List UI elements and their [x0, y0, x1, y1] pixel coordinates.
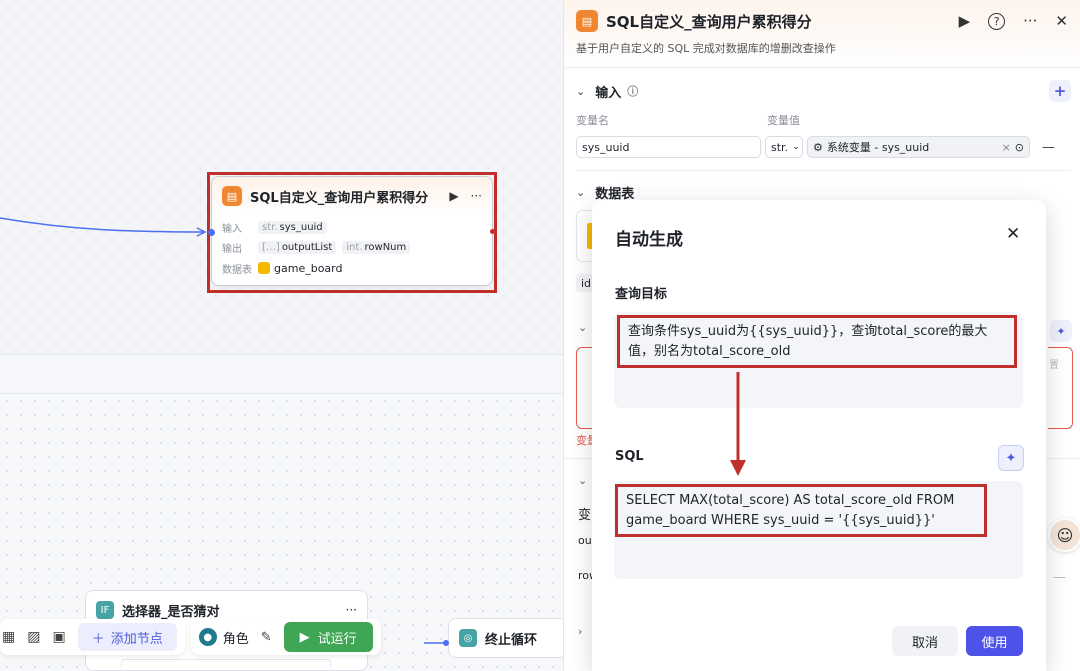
role-button[interactable]: ● 角色 [198, 628, 249, 647]
add-node-button[interactable]: ＋添加节点 [77, 623, 177, 651]
more-icon[interactable]: ··· [346, 603, 357, 617]
col-var-name: 变量名 [576, 114, 609, 127]
run-icon[interactable]: ▶ [959, 12, 971, 30]
clear-icon[interactable]: × [1002, 141, 1011, 154]
help-icon[interactable]: ? [988, 12, 1006, 30]
close-icon[interactable]: ✕ [1055, 12, 1068, 30]
placeholder-fragment: 置 [1049, 360, 1059, 371]
table-icon [258, 262, 270, 274]
chevron-down-icon[interactable]: ⌄ [578, 321, 587, 334]
grid-icon[interactable]: ▦ [2, 629, 15, 645]
ai-generate-icon[interactable]: ✦ [998, 445, 1024, 471]
node-table-row: 数据表 game_board [212, 257, 492, 279]
close-icon[interactable]: ✕ [1006, 224, 1020, 244]
flow-arrow [730, 372, 746, 476]
plus-icon: ＋ [91, 631, 105, 647]
sql-node-header: ▤ SQL自定义_查询用户累积得分 ▶ ··· [212, 177, 492, 215]
target-icon[interactable]: ⊙ [1015, 141, 1024, 154]
panel-description: 基于用户自定义的 SQL 完成对数据库的增删改查操作 [576, 42, 836, 55]
sql-label: SQL [615, 449, 644, 464]
connection-edge [0, 217, 207, 237]
var-value-field[interactable]: ⚙ 系统变量 - sys_uuid × ⊙ [807, 136, 1030, 158]
minimap-icon[interactable]: ▣ [52, 629, 65, 645]
output-item-outputlist: ou [578, 534, 592, 547]
chevron-right-icon[interactable]: › [578, 625, 582, 638]
wrench-icon[interactable]: ✎ [261, 630, 272, 645]
node-input-tag: str. sys_uuid [258, 220, 327, 234]
test-run-button[interactable]: ▶ 试运行 [283, 622, 373, 652]
canvas-divider-band [0, 354, 565, 394]
cancel-button[interactable]: 取消 [892, 626, 958, 656]
use-button[interactable]: 使用 [966, 626, 1023, 656]
sql-node-card[interactable]: ▤ SQL自定义_查询用户累积得分 ▶ ··· 输入 str. sys_uuid … [211, 176, 493, 286]
sql-node-title: SQL自定义_查询用户累积得分 [250, 190, 429, 206]
chevron-down-icon[interactable]: ⌄ [578, 474, 587, 487]
gear-icon: ⚙ [813, 140, 823, 154]
end-edge [424, 640, 449, 646]
table-section: ⌄ 数据表 [576, 170, 1071, 202]
node-table-value: game_board [274, 261, 343, 275]
node-table-label: 数据表 [222, 264, 252, 276]
database-icon: ▤ [576, 10, 598, 32]
node-output-tag-rownum: int. rowNum [342, 240, 411, 254]
assistant-avatar[interactable]: ☺ [1048, 518, 1080, 552]
node-output-row: 输出 […] outputList int. rowNum [212, 237, 492, 257]
end-loop-node[interactable]: ◎ 终止循环 [448, 618, 568, 658]
query-target-label: 查询目标 [615, 287, 668, 302]
node-output-label: 输出 [222, 243, 242, 255]
node-input-row: 输入 str. sys_uuid [212, 217, 492, 237]
output-col-header: 变 [578, 508, 592, 523]
toolbar-group-run: ● 角色 ✎ ▶ 试运行 [190, 619, 381, 655]
node-input-label: 输入 [222, 223, 242, 235]
modal-title: 自动生成 [615, 230, 683, 250]
play-icon: ▶ [299, 629, 310, 645]
var-type-select[interactable]: str. ⌄ [765, 136, 803, 158]
info-icon[interactable]: ⓘ [627, 83, 638, 99]
panel-header: ▤ SQL自定义_查询用户累积得分 ▶ ? ··· ✕ 基于用户自定义的 SQL… [564, 0, 1080, 68]
stop-icon: ◎ [459, 629, 477, 647]
more-icon[interactable]: ··· [471, 189, 482, 203]
chevron-down-icon[interactable]: ⌄ [576, 85, 585, 98]
database-icon: ▤ [222, 186, 242, 206]
input-section: ⌄ 输入 ⓘ + 变量名 变量值 sys_uuid str. ⌄ ⚙ 系统变量 -… [576, 80, 1071, 158]
col-var-value: 变量值 [767, 114, 800, 127]
role-avatar-icon: ● [198, 628, 217, 646]
chevron-down-icon[interactable]: ⌄ [576, 186, 585, 199]
bottom-toolbar: ▦ ▨ ▣ ＋添加节点 ● 角色 ✎ ▶ 试运行 [0, 617, 381, 657]
toolbar-group-view: ▦ ▨ ▣ ＋添加节点 [0, 619, 185, 655]
play-icon[interactable]: ▶ [449, 189, 458, 203]
input-section-title: 输入 [595, 85, 622, 101]
sql-text: SELECT MAX(total_score) AS total_score_o… [615, 484, 987, 537]
auto-generate-modal: 自动生成 ✕ 查询目标 查询条件sys_uuid为{{sys_uuid}}，查询… [592, 200, 1046, 671]
selector-inner-field [121, 659, 331, 667]
remove-row-icon[interactable]: — [1053, 570, 1066, 585]
node-output-port[interactable] [490, 229, 495, 234]
node-input-port[interactable] [208, 229, 215, 236]
add-input-button[interactable]: + [1049, 80, 1071, 102]
query-target-text: 查询条件sys_uuid为{{sys_uuid}}，查询total_score的… [617, 315, 1017, 368]
remove-row-icon[interactable]: — [1042, 140, 1055, 155]
node-output-tag-list: […] outputList [258, 240, 337, 254]
end-node-title: 终止循环 [485, 632, 538, 648]
var-name-input[interactable]: sys_uuid [576, 136, 761, 158]
chevron-down-icon: ⌄ [792, 142, 800, 152]
panel-title: SQL自定义_查询用户累积得分 [606, 12, 812, 31]
ai-generate-icon[interactable]: ✦ [1050, 320, 1072, 342]
more-icon[interactable]: ··· [1023, 12, 1037, 30]
image-icon[interactable]: ▨ [27, 629, 40, 645]
